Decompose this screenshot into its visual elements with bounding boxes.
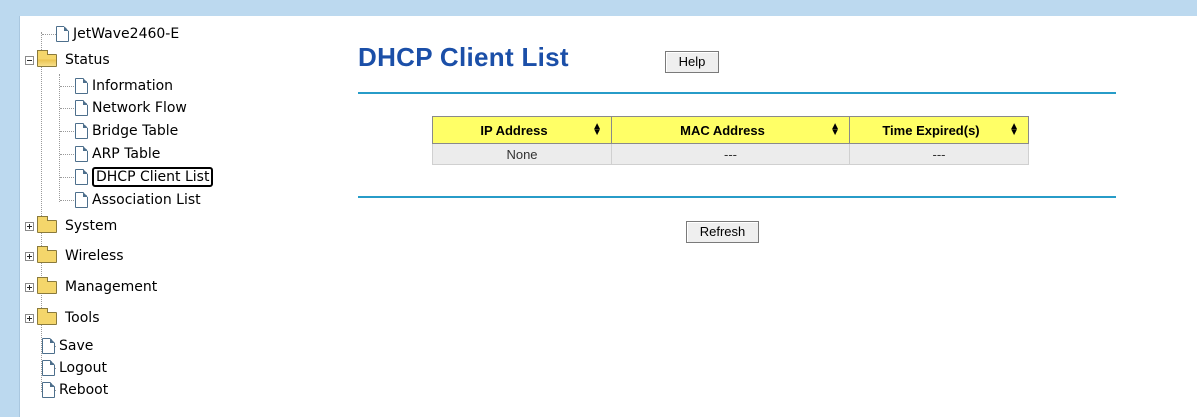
tree-line — [60, 86, 74, 87]
tree-item-label: Save — [59, 338, 94, 354]
expand-icon[interactable] — [25, 282, 34, 292]
column-header-time-expired[interactable]: Time Expired(s) ▲ ▼ — [849, 116, 1029, 144]
tree-folder-label: System — [65, 218, 118, 234]
navigation-tree: JetWave2460-E Status Information Network… — [19, 16, 315, 417]
tree-item-information[interactable]: Information — [75, 76, 173, 96]
tree-item-label: Logout — [59, 360, 107, 376]
tree-line — [60, 108, 74, 109]
column-header-label: MAC Address — [680, 122, 765, 138]
tree-item-label: Reboot — [59, 382, 109, 398]
document-icon — [75, 169, 88, 185]
folder-icon — [37, 245, 57, 263]
document-icon — [56, 26, 69, 42]
help-button[interactable]: Help — [665, 51, 719, 73]
page-title: DHCP Client List — [358, 42, 569, 72]
sort-icon: ▲ ▼ — [830, 121, 840, 138]
expand-icon[interactable] — [25, 313, 34, 323]
sort-icon: ▲ ▼ — [592, 121, 602, 138]
tree-line — [60, 154, 74, 155]
document-icon — [75, 78, 88, 94]
folder-icon — [37, 307, 57, 325]
refresh-button[interactable]: Refresh — [686, 221, 759, 243]
document-icon — [75, 123, 88, 139]
expand-icon[interactable] — [25, 221, 34, 231]
tree-folder-label: Wireless — [65, 248, 124, 264]
tree-item-save[interactable]: Save — [42, 336, 93, 356]
tree-folder-label: Management — [65, 279, 158, 295]
table-header-row: IP Address ▲ ▼ MAC Address ▲ ▼ Time Expire… — [432, 116, 1029, 144]
column-header-mac-address[interactable]: MAC Address ▲ ▼ — [611, 116, 850, 144]
tree-folder-label: Status — [65, 52, 110, 68]
tree-folder-wireless[interactable]: Wireless — [25, 245, 124, 266]
tree-root[interactable]: JetWave2460-E — [56, 24, 179, 44]
document-icon — [75, 146, 88, 162]
dhcp-client-table: IP Address ▲ ▼ MAC Address ▲ ▼ Time Expire… — [432, 116, 1029, 165]
folder-icon — [37, 276, 57, 294]
document-icon — [75, 192, 88, 208]
table-row: None --- --- — [432, 143, 1029, 165]
divider — [358, 196, 1116, 198]
tree-line — [59, 74, 60, 202]
tree-folder-label: Tools — [65, 310, 100, 326]
tree-item-logout[interactable]: Logout — [42, 358, 107, 378]
tree-item-association-list[interactable]: Association List — [75, 190, 201, 210]
document-icon — [42, 360, 55, 376]
table-cell: None — [432, 143, 612, 165]
tree-item-label: ARP Table — [92, 146, 161, 162]
folder-icon — [37, 215, 57, 233]
column-header-label: IP Address — [480, 122, 548, 138]
collapse-icon[interactable] — [25, 55, 34, 65]
document-icon — [42, 382, 55, 398]
tree-line — [60, 131, 74, 132]
tree-line — [60, 200, 74, 201]
tree-line — [42, 34, 56, 35]
tree-item-arp-table[interactable]: ARP Table — [75, 144, 160, 164]
tree-item-label: Information — [92, 78, 174, 94]
document-icon — [42, 338, 55, 354]
divider — [358, 92, 1116, 94]
tree-item-reboot[interactable]: Reboot — [42, 380, 108, 400]
column-header-label: Time Expired(s) — [882, 122, 980, 138]
tree-root-label: JetWave2460-E — [73, 26, 180, 42]
tree-item-label: DHCP Client List — [92, 167, 214, 187]
document-icon — [75, 100, 88, 116]
tree-item-dhcp-client-list[interactable]: DHCP Client List — [75, 167, 214, 187]
tree-item-label: Association List — [92, 192, 201, 208]
tree-item-bridge-table[interactable]: Bridge Table — [75, 121, 178, 141]
tree-item-label: Bridge Table — [92, 123, 179, 139]
tree-item-label: Network Flow — [92, 100, 187, 116]
column-header-ip-address[interactable]: IP Address ▲ ▼ — [432, 116, 612, 144]
open-folder-icon — [37, 49, 57, 67]
expand-icon[interactable] — [25, 251, 34, 261]
sort-icon: ▲ ▼ — [1009, 121, 1019, 138]
tree-item-network-flow[interactable]: Network Flow — [75, 98, 187, 118]
tree-line — [60, 177, 74, 178]
main-content: DHCP Client List Help IP Address ▲ ▼ MAC … — [315, 16, 1197, 417]
tree-folder-system[interactable]: System — [25, 215, 118, 236]
table-cell: --- — [611, 143, 850, 165]
tree-folder-tools[interactable]: Tools — [25, 307, 100, 328]
tree-folder-management[interactable]: Management — [25, 276, 158, 297]
table-cell: --- — [849, 143, 1029, 165]
tree-folder-status[interactable]: Status — [25, 49, 110, 70]
